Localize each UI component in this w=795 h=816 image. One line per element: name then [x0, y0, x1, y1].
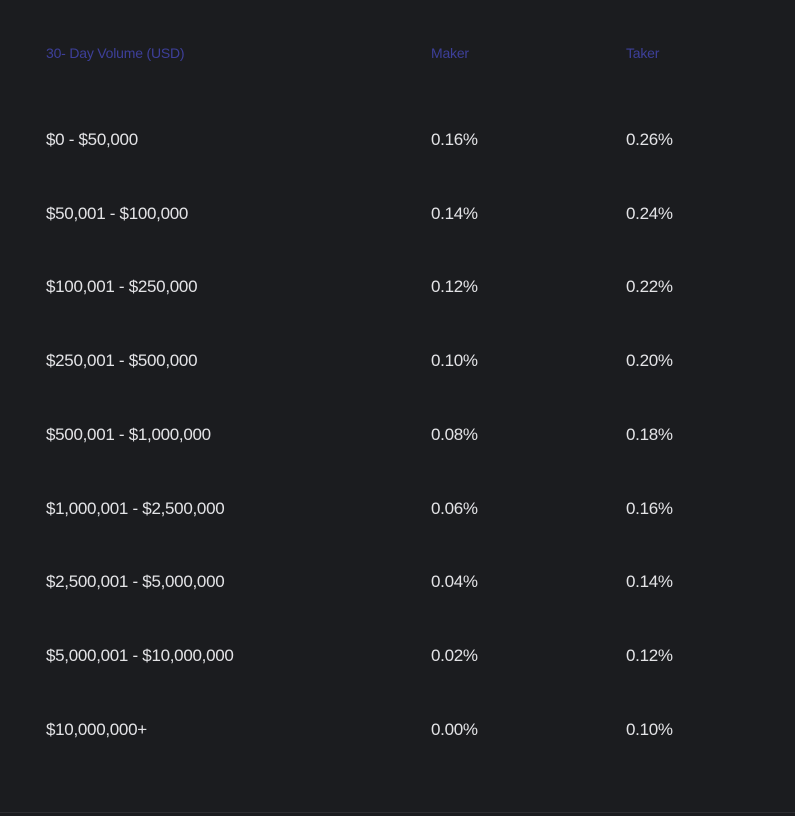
bottom-divider	[0, 812, 795, 813]
cell-taker: 0.24%	[626, 204, 673, 223]
cell-maker: 0.10%	[431, 351, 478, 370]
table-row: $50,001 - $100,000 0.14% 0.24%	[0, 201, 795, 227]
cell-taker: 0.12%	[626, 646, 673, 665]
header-maker: Maker	[431, 45, 469, 61]
cell-volume: $1,000,001 - $2,500,000	[46, 499, 225, 518]
table-row: $250,001 - $500,000 0.10% 0.20%	[0, 348, 795, 374]
cell-volume: $5,000,001 - $10,000,000	[46, 646, 234, 665]
fee-schedule-table: 30- Day Volume (USD) Maker Taker $0 - $5…	[0, 0, 795, 812]
cell-taker: 0.20%	[626, 351, 673, 370]
cell-taker: 0.10%	[626, 720, 673, 739]
header-volume: 30- Day Volume (USD)	[46, 45, 185, 61]
table-row: $1,000,001 - $2,500,000 0.06% 0.16%	[0, 496, 795, 522]
cell-volume: $10,000,000+	[46, 720, 147, 739]
header-taker: Taker	[626, 45, 660, 61]
cell-maker: 0.08%	[431, 425, 478, 444]
cell-maker: 0.16%	[431, 130, 478, 149]
cell-taker: 0.14%	[626, 572, 673, 591]
cell-maker: 0.02%	[431, 646, 478, 665]
table-row: $500,001 - $1,000,000 0.08% 0.18%	[0, 422, 795, 448]
cell-maker: 0.00%	[431, 720, 478, 739]
table-row: $0 - $50,000 0.16% 0.26%	[0, 127, 795, 153]
cell-volume: $2,500,001 - $5,000,000	[46, 572, 225, 591]
cell-volume: $500,001 - $1,000,000	[46, 425, 211, 444]
table-header-row: 30- Day Volume (USD) Maker Taker	[0, 41, 795, 65]
cell-taker: 0.16%	[626, 499, 673, 518]
cell-maker: 0.12%	[431, 277, 478, 296]
cell-volume: $250,001 - $500,000	[46, 351, 198, 370]
cell-taker: 0.18%	[626, 425, 673, 444]
cell-taker: 0.26%	[626, 130, 673, 149]
cell-maker: 0.06%	[431, 499, 478, 518]
table-row: $2,500,001 - $5,000,000 0.04% 0.14%	[0, 569, 795, 595]
table-row: $5,000,001 - $10,000,000 0.02% 0.12%	[0, 643, 795, 669]
cell-taker: 0.22%	[626, 277, 673, 296]
cell-volume: $0 - $50,000	[46, 130, 138, 149]
table-row: $100,001 - $250,000 0.12% 0.22%	[0, 274, 795, 300]
cell-volume: $100,001 - $250,000	[46, 277, 198, 296]
cell-maker: 0.14%	[431, 204, 478, 223]
cell-maker: 0.04%	[431, 572, 478, 591]
cell-volume: $50,001 - $100,000	[46, 204, 189, 223]
table-row: $10,000,000+ 0.00% 0.10%	[0, 717, 795, 743]
